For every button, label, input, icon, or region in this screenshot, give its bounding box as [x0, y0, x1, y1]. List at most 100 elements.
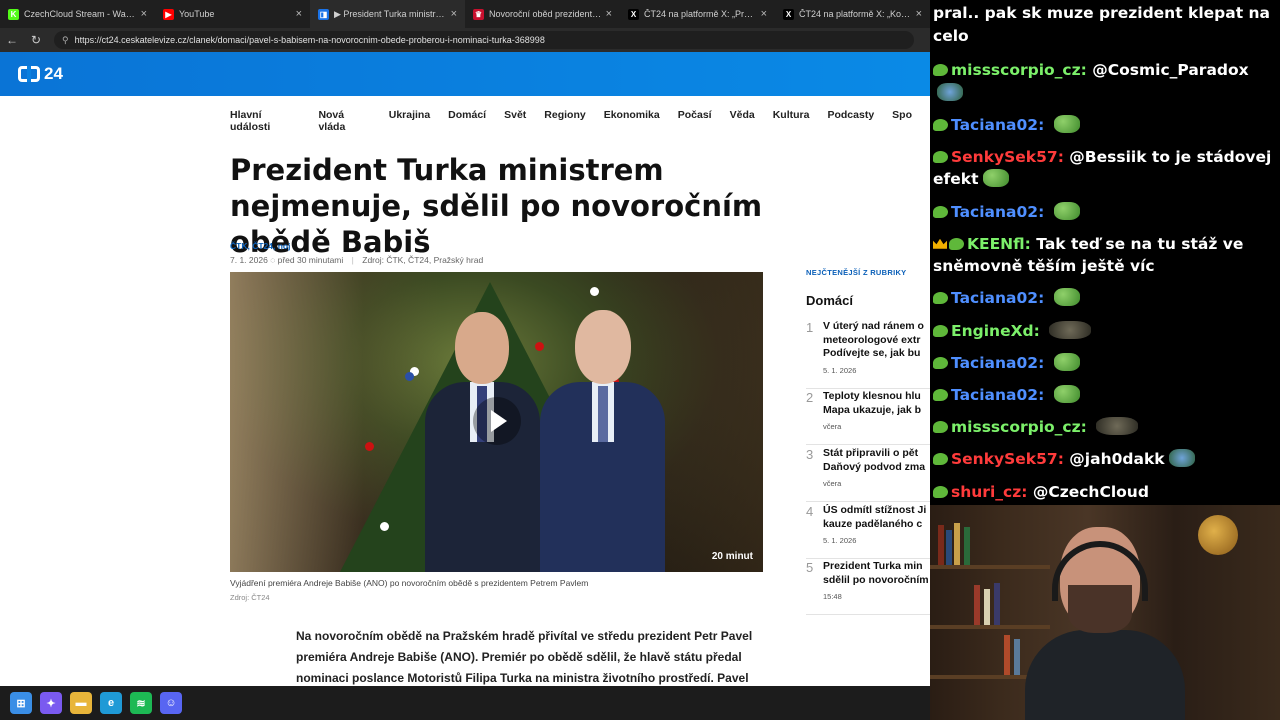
sidebar-label: NEJČTENĚJŠÍ Z RUBRIKY [806, 268, 907, 277]
discord-icon[interactable]: ☺ [160, 692, 182, 714]
chat-username[interactable]: missscorpio_cz [951, 61, 1081, 79]
sub-badge-icon [933, 292, 948, 305]
sub-badge-icon [933, 118, 948, 131]
chat-username[interactable]: Taciana02 [951, 386, 1038, 404]
chat-username[interactable]: missscorpio_cz [951, 418, 1081, 436]
chat-username[interactable]: Taciana02 [951, 354, 1038, 372]
site-info-icon[interactable]: ⚲ [62, 35, 69, 46]
copilot-icon[interactable]: ✦ [40, 692, 62, 714]
close-icon[interactable]: × [916, 8, 922, 20]
back-arrow-icon[interactable]: ← [0, 33, 24, 47]
chat-emote-icon [1168, 449, 1195, 468]
chat-message: SenkySek57: @Bessiik to je stádovej efek… [933, 147, 1272, 189]
sidebar-article-time: 5. 1. 2026 [823, 365, 857, 375]
video-credit: Zdroj: ČT24 [230, 593, 270, 602]
sub-badge-icon [933, 389, 948, 401]
nav-item[interactable]: Hlavní události [230, 109, 300, 133]
browser-navbar: ← ↻ ⚲ https://ct24.ceskatelevize.cz/clan… [0, 28, 930, 52]
globe-decoration [1198, 515, 1238, 555]
chat-emote-icon [1053, 352, 1080, 371]
browser-tab[interactable]: X ČT24 na platformě X: „Premiér An × [620, 0, 775, 28]
site-header: 24 [0, 52, 930, 96]
nav-item[interactable]: Kultura [773, 109, 810, 133]
nav-item[interactable]: Nová vláda [318, 109, 370, 133]
article-authors[interactable]: ČTK, ČT24, noj [230, 241, 290, 251]
sidebar-article-title: V úterý nad ránem o meteorologové extr Pod… [823, 320, 924, 359]
chat-username[interactable]: Taciana02 [951, 116, 1038, 134]
play-icon[interactable] [473, 397, 521, 445]
sidebar-article-title: ÚS odmítl stížnost Ji kauze padělaného c [823, 504, 927, 530]
sidebar-article-title: Prezident Turka min sdělil po novoročním [823, 560, 929, 586]
sidebar-article-time: 15:48 [823, 592, 842, 601]
chat-username[interactable]: SenkySek57 [951, 450, 1058, 468]
chat-username[interactable]: Taciana02 [951, 203, 1038, 221]
tab-favicon-icon: ▶ [163, 8, 174, 20]
address-bar[interactable]: ⚲ https://ct24.ceskatelevize.cz/clanek/d… [54, 31, 914, 49]
nav-item[interactable]: Regiony [544, 109, 585, 133]
main-nav: Hlavní události Nová vláda Ukrajina Domácí S… [230, 109, 930, 133]
reload-icon[interactable]: ↻ [24, 33, 48, 47]
close-icon[interactable]: × [296, 8, 302, 20]
sidebar-article[interactable]: 3 Stát připravili o pět Daňový podvod zma v… [806, 447, 930, 508]
sub-badge-icon [933, 64, 948, 76]
nav-item[interactable]: Ukrajina [389, 109, 430, 133]
chat-username[interactable]: Taciana02 [951, 289, 1038, 307]
tab-title: ▶ President Turka ministrem nejm [334, 8, 447, 19]
video-player[interactable]: 20 minut [230, 272, 763, 572]
close-icon[interactable]: × [451, 8, 457, 20]
nav-item[interactable]: Domácí [448, 109, 486, 133]
divider [806, 387, 930, 389]
sub-badge-icon [933, 324, 948, 337]
browser-tab[interactable]: X ČT24 na platformě X: „Kompe × [775, 0, 930, 28]
article-ago: před 30 minutami [277, 255, 344, 265]
browser-tabstrip: K CzechCloud Stream - Watch Live o × ▶ YouTu… [0, 0, 930, 28]
sidebar-article[interactable]: 4 ÚS odmítl stížnost Ji kauze padělaného c… [806, 504, 930, 565]
chat-emote-icon [1053, 201, 1080, 220]
chat-emote-icon [937, 82, 963, 101]
close-icon[interactable]: × [141, 8, 147, 20]
divider [806, 501, 930, 502]
tab-favicon-icon: ◨ [318, 8, 329, 20]
chat-message: missscorpio_cz: [933, 416, 1276, 439]
browser-tab[interactable]: ◨ ▶ President Turka ministrem nejm × [310, 0, 465, 28]
browser-tab[interactable]: ▶ YouTube × [155, 0, 310, 28]
sidebar-article-title: Teploty klesnou hlu Mapa ukazuje, jak b [823, 390, 922, 416]
close-icon[interactable]: × [761, 8, 767, 20]
chat-username[interactable]: EngineXd [951, 322, 1034, 340]
browser-tab[interactable]: K CzechCloud Stream - Watch Live o × [0, 0, 155, 28]
sub-badge-icon [949, 237, 964, 250]
crown-badge-icon [933, 238, 947, 249]
windows-start-icon[interactable]: ⊞ [10, 692, 32, 714]
sidebar-title[interactable]: Domácí [806, 293, 853, 308]
ct24-logo[interactable]: 24 [18, 64, 63, 84]
sidebar-article[interactable]: 2 Teploty klesnou hlu Mapa ukazuje, jak b v… [806, 390, 930, 451]
nav-item[interactable]: Svět [504, 109, 526, 133]
browser-tab[interactable]: ♛ Novoroční oběd prezidenta repub × [465, 0, 620, 28]
tab-favicon-icon: ♛ [473, 8, 484, 20]
chat-message: Taciana02: [933, 201, 1276, 224]
edge-icon[interactable]: e [100, 692, 122, 714]
video-caption: Vyjádření premiéra Andreje Babiše (ANO) … [230, 578, 589, 588]
nav-item[interactable]: Počasí [678, 109, 712, 133]
chat-emote-icon [1049, 320, 1092, 339]
chat-username[interactable]: SenkySek57 [951, 148, 1058, 166]
chat-message: SenkySek57: @jah0dakk [933, 448, 1276, 471]
video-duration: 20 minut [711, 551, 753, 562]
sidebar-article[interactable]: 1 V úterý nad ránem o meteorologové extr Po… [806, 320, 930, 395]
streamer-webcam [930, 505, 1280, 720]
nav-item[interactable]: Ekonomika [604, 109, 660, 133]
chat-text: @jah0dakk [1069, 450, 1165, 469]
chat-message: EngineXd: [933, 320, 1276, 343]
close-icon[interactable]: × [606, 8, 612, 20]
chat-username[interactable]: KEENfl [967, 235, 1025, 253]
page-viewport: 24 Hlavní události Nová vláda Ukrajina Domá… [0, 52, 930, 686]
file-explorer-icon[interactable]: ▬ [70, 692, 92, 714]
sidebar-article[interactable]: 5 Prezident Turka min sdělil po novoročním… [806, 560, 930, 621]
nav-item[interactable]: Podcasty [827, 109, 874, 133]
sub-badge-icon [933, 356, 948, 369]
chat-username[interactable]: shuri_cz [951, 483, 1021, 501]
spotify-icon[interactable]: ≋ [130, 692, 152, 714]
nav-item[interactable]: Spo [892, 109, 912, 133]
nav-item[interactable]: Věda [730, 109, 755, 133]
rank-number: 2 [806, 390, 814, 405]
